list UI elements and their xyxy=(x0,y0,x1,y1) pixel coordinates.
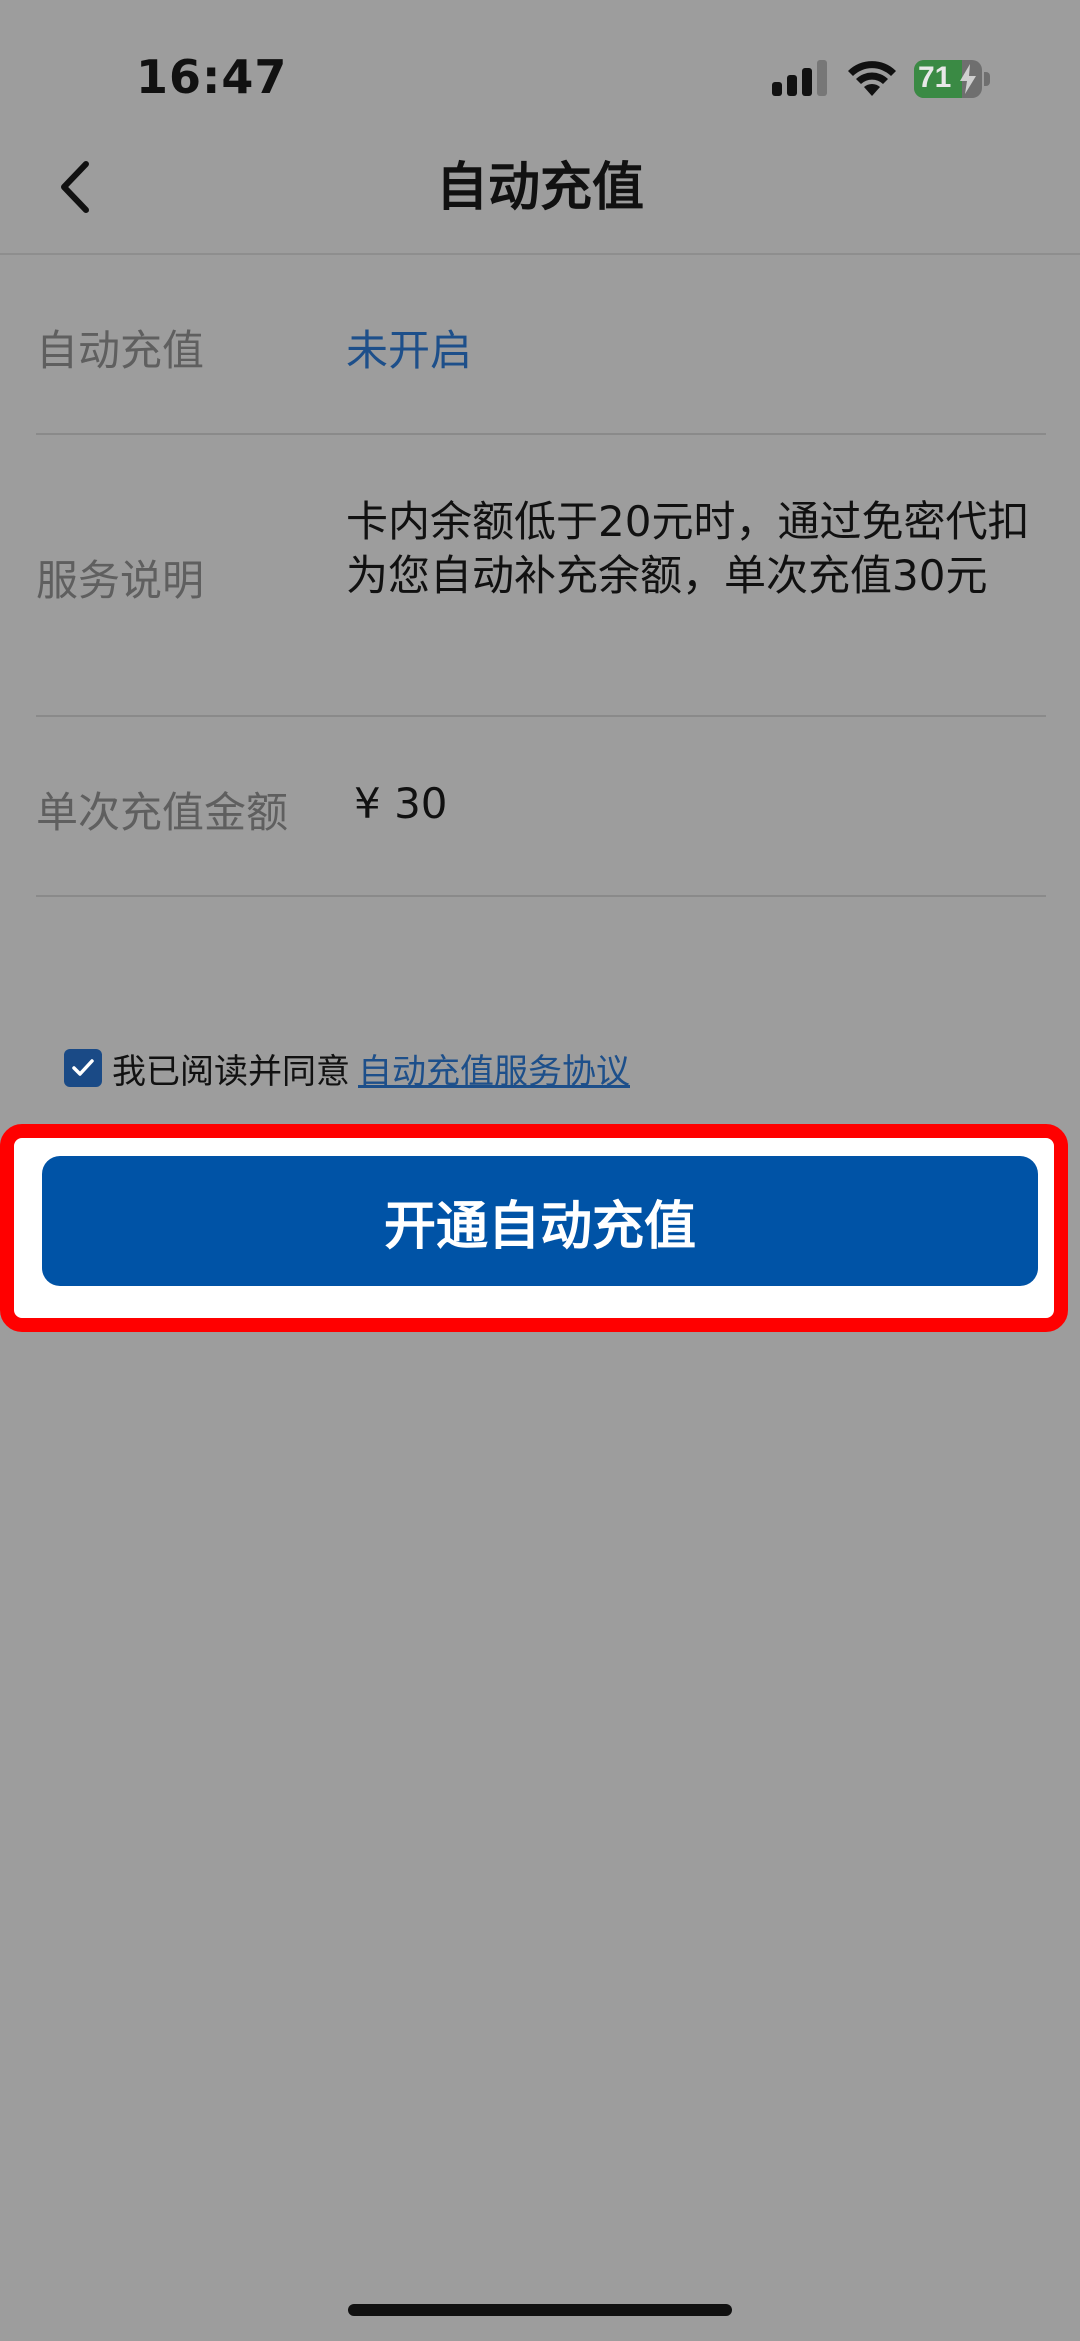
agreement-checkbox[interactable] xyxy=(64,1049,102,1087)
enable-auto-recharge-button[interactable]: 开通自动充值 xyxy=(42,1156,1038,1286)
auto-recharge-row: 自动充值 未开启 xyxy=(36,253,1046,435)
agreement-link[interactable]: 自动充值服务协议 xyxy=(358,1044,630,1093)
service-description-row: 服务说明 卡内余额低于20元时，通过免密代扣为您自动补充余额，单次充值30元 xyxy=(36,435,1046,717)
wifi-icon xyxy=(848,61,896,96)
recharge-amount-row: 单次充值金额 ¥ 30 xyxy=(36,717,1046,897)
checkmark-icon xyxy=(72,1059,94,1076)
chevron-left-icon[interactable] xyxy=(48,152,118,222)
status-time: 16:47 xyxy=(136,50,288,104)
recharge-amount-value: ¥ 30 xyxy=(354,779,448,828)
page-title: 自动充值 xyxy=(435,158,644,218)
auto-recharge-label: 自动充值 xyxy=(36,326,205,375)
agreement-row: 我已阅读并同意 自动充值服务协议 xyxy=(64,1044,630,1093)
service-description-label: 服务说明 xyxy=(36,556,205,605)
agreement-text: 我已阅读并同意 xyxy=(112,1051,350,1092)
battery-level: 71 xyxy=(918,61,952,94)
nav-bar: 自动充值 xyxy=(0,150,1080,255)
home-indicator[interactable] xyxy=(348,2304,732,2316)
signal-icon xyxy=(772,60,827,96)
status-bar: 16:47 71 xyxy=(0,0,1080,150)
recharge-amount-label: 单次充值金额 xyxy=(36,788,289,837)
charging-bolt-icon xyxy=(960,64,976,94)
service-description-text: 卡内余额低于20元时，通过免密代扣为您自动补充余额，单次充值30元 xyxy=(346,497,1030,600)
battery-icon: 71 xyxy=(914,60,990,98)
auto-recharge-status: 未开启 xyxy=(346,326,473,375)
